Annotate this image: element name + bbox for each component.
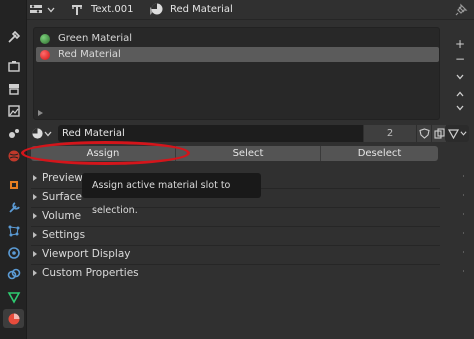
user-count-button[interactable]: 2	[364, 125, 416, 142]
scene-icon[interactable]	[3, 123, 24, 142]
header-object-name: Text.001	[91, 4, 134, 15]
shield-icon	[418, 128, 430, 139]
chevron-down-icon	[459, 131, 467, 136]
move-slot-up-button[interactable]	[453, 87, 467, 101]
material-slot-label: Green Material	[58, 33, 133, 44]
view-layer-icon[interactable]	[3, 101, 24, 120]
chevron-up-icon	[456, 91, 464, 97]
expand-arrow-icon	[33, 232, 37, 238]
material-header-icon	[151, 3, 163, 15]
text-object-icon	[72, 5, 82, 15]
panel-drag-handle	[463, 175, 464, 177]
constraints-icon[interactable]	[3, 264, 24, 283]
material-selector-row: Red Material 2	[31, 125, 474, 142]
list-resize-grip-icon[interactable]	[38, 110, 43, 116]
duplicate-icon	[433, 128, 445, 139]
panel-drag-handle	[463, 213, 464, 215]
browse-material-button[interactable]	[31, 126, 55, 141]
slot-specials-menu-button[interactable]	[453, 70, 467, 84]
material-slot-red[interactable]: Red Material	[36, 47, 439, 62]
expand-arrow-icon	[33, 213, 37, 219]
deselect-button[interactable]: Deselect	[321, 146, 438, 161]
panel-drag-handle	[463, 194, 464, 196]
panel-label: Surface	[42, 191, 83, 203]
fake-user-button[interactable]	[416, 125, 431, 142]
expand-arrow-icon	[33, 194, 37, 200]
panel-label: Custom Properties	[42, 267, 139, 279]
data-icon[interactable]	[3, 287, 24, 306]
panel-volume[interactable]: Volume	[31, 207, 81, 225]
output-icon[interactable]	[3, 79, 24, 98]
material-name-field[interactable]: Red Material	[58, 125, 363, 142]
panel-settings[interactable]: Settings	[31, 226, 85, 244]
physics-icon[interactable]	[3, 243, 24, 262]
panel-label: Viewport Display	[42, 248, 131, 260]
panel-drag-handle	[463, 232, 464, 234]
panel-drag-handle	[463, 251, 464, 253]
panel-drag-handle	[463, 270, 464, 272]
world-icon[interactable]	[3, 146, 24, 165]
expand-arrow-icon	[33, 251, 37, 257]
chevron-down-icon	[456, 105, 464, 111]
chevron-down-icon	[47, 7, 55, 13]
render-icon[interactable]	[3, 57, 24, 76]
properties-editor-icon	[30, 5, 42, 13]
expand-arrow-icon	[33, 175, 37, 181]
editor-type-menu[interactable]	[29, 2, 61, 18]
panel-surface[interactable]: Surface	[31, 188, 82, 206]
object-icon[interactable]	[3, 175, 24, 194]
panel-viewport-display[interactable]: Viewport Display	[31, 245, 130, 263]
particles-icon[interactable]	[3, 221, 24, 240]
remove-slot-button[interactable]: −	[453, 52, 467, 66]
panel-label: Volume	[42, 210, 82, 222]
material-icon[interactable]	[3, 309, 24, 328]
material-slot-list[interactable]: Green Material Red Material	[33, 27, 440, 120]
panel-preview[interactable]: Preview	[31, 169, 83, 187]
material-preview-icon	[40, 49, 50, 60]
pin-icon[interactable]	[454, 3, 468, 17]
expand-arrow-icon	[33, 270, 37, 276]
properties-header: Text.001 Red Material	[27, 0, 474, 20]
material-slot-label: Red Material	[58, 49, 121, 60]
material-slot-green[interactable]: Green Material	[36, 31, 439, 46]
assign-tooltip: Assign active material slot to selection…	[82, 173, 261, 216]
tool-icon[interactable]	[3, 27, 24, 46]
modifier-icon[interactable]	[3, 198, 24, 217]
panel-custom-properties[interactable]: Custom Properties	[31, 264, 139, 282]
properties-tab-bar	[0, 0, 27, 339]
add-slot-button[interactable]: +	[453, 37, 467, 51]
material-preview-icon	[40, 33, 50, 44]
panel-label: Preview	[42, 172, 83, 184]
move-slot-down-button[interactable]	[453, 101, 467, 115]
panel-label: Settings	[42, 229, 86, 241]
chevron-down-icon	[456, 74, 464, 80]
select-button[interactable]: Select	[176, 146, 321, 161]
highlight-annotation	[21, 141, 190, 165]
material-link-menu-button[interactable]	[445, 125, 469, 142]
link-triangle-icon	[447, 129, 459, 139]
panel-divider	[31, 226, 440, 227]
chevron-down-icon	[44, 131, 52, 136]
header-material-name: Red Material	[170, 4, 233, 15]
material-sphere-icon	[32, 128, 43, 139]
